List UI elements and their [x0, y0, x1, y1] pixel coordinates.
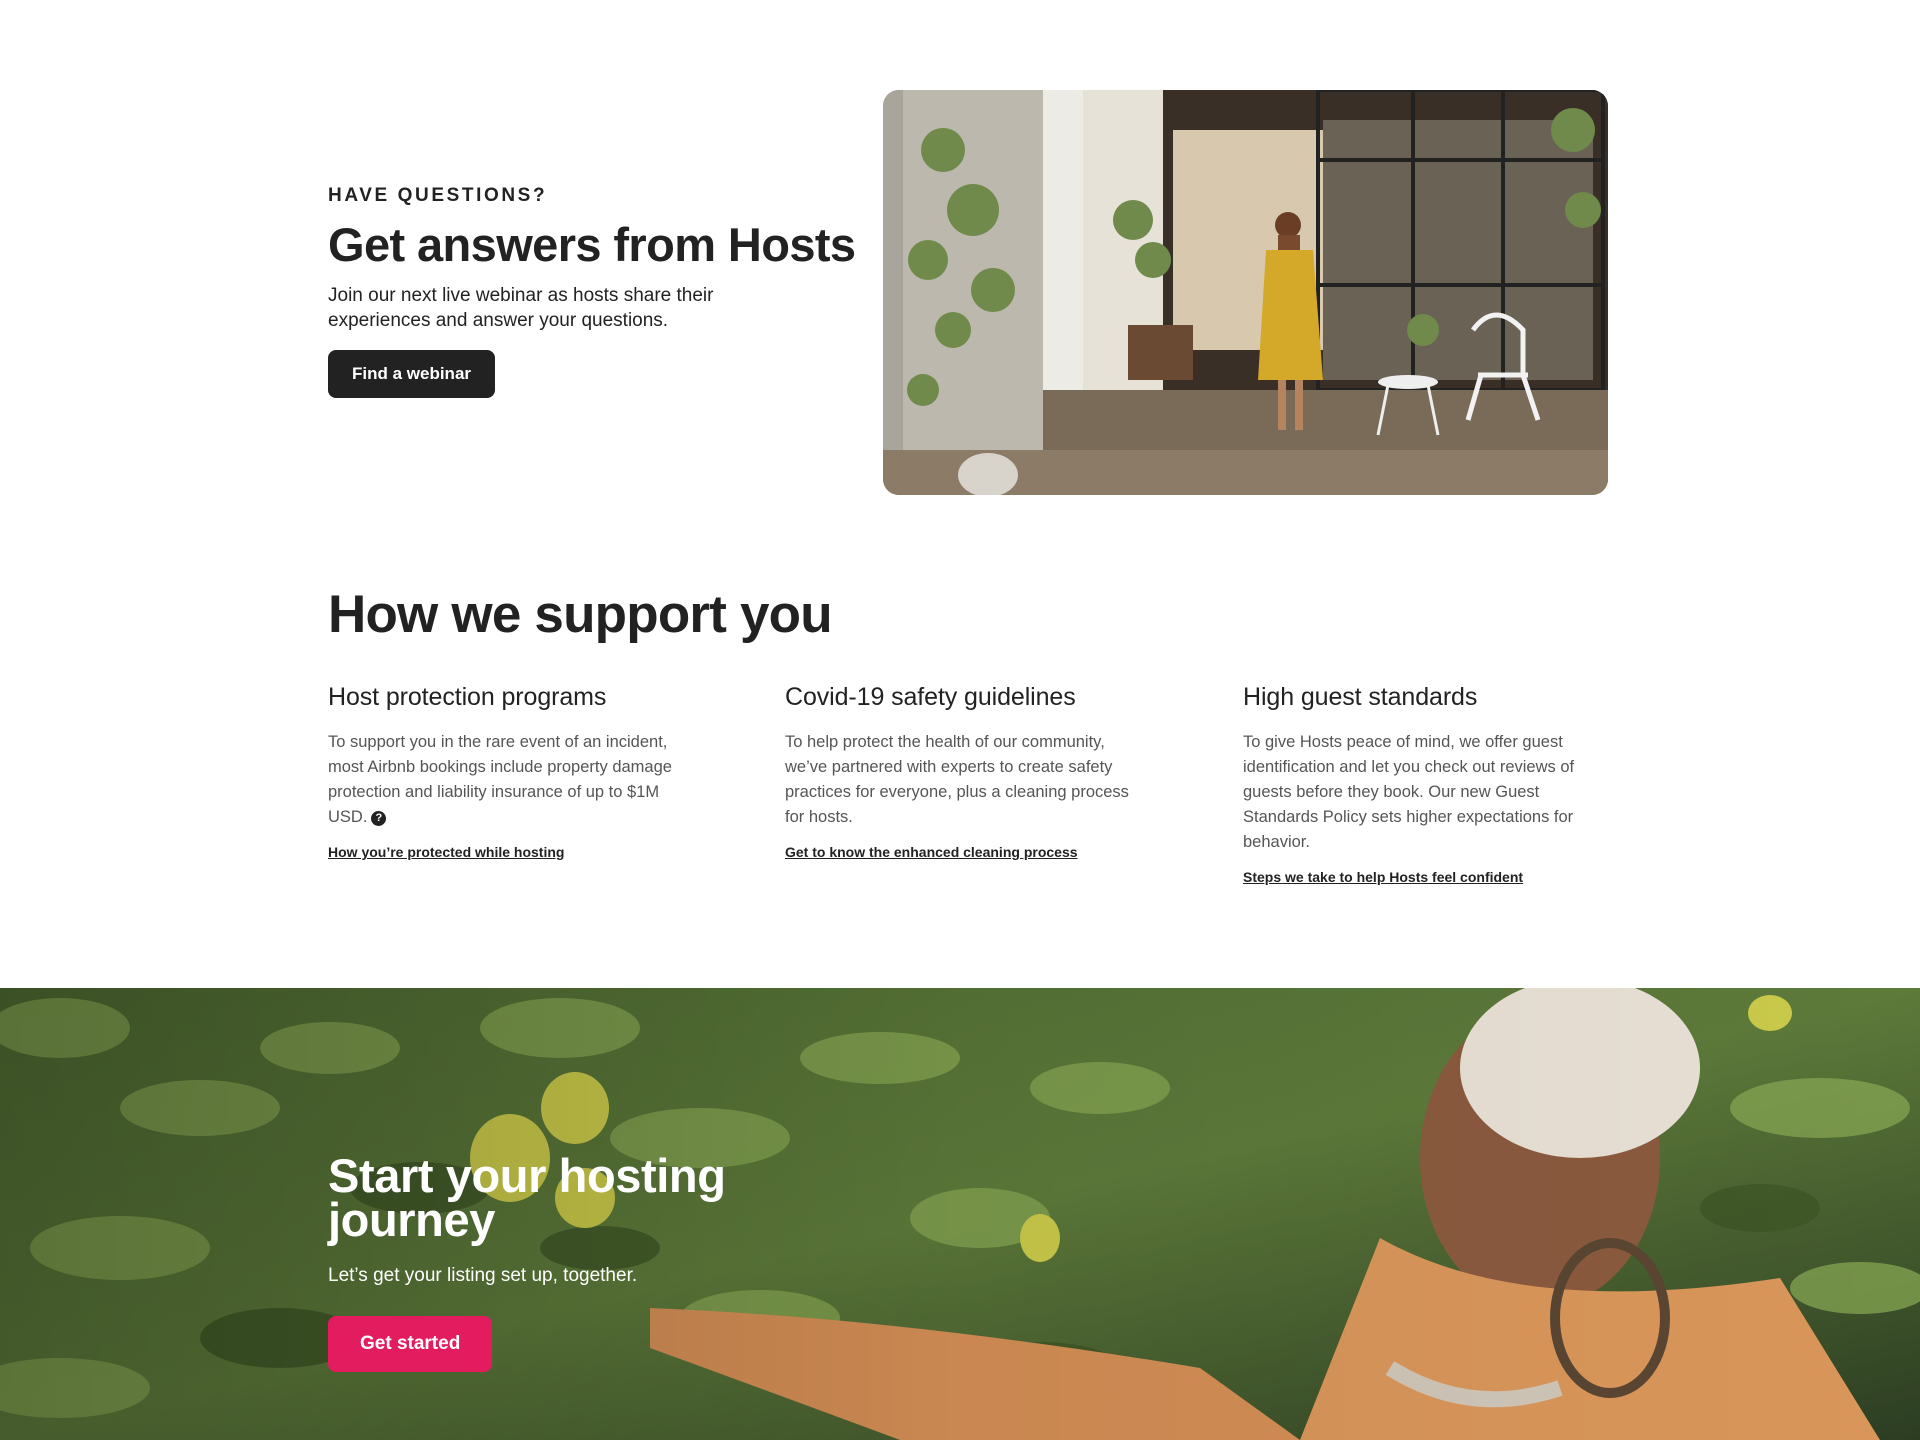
- hero-content: Start your hosting journey Let’s get you…: [328, 1149, 848, 1372]
- card-guest-standards: High guest standards To give Hosts peace…: [1243, 682, 1603, 887]
- webinar-text-block: HAVE QUESTIONS? Get answers from Hosts J…: [328, 185, 856, 398]
- support-title: How we support you: [328, 585, 833, 644]
- host-photo-illustration: [883, 90, 1608, 495]
- hero-subtitle: Let’s get your listing set up, together.: [328, 1265, 638, 1286]
- webinar-eyebrow: HAVE QUESTIONS?: [328, 185, 548, 206]
- card-title: High guest standards: [1243, 683, 1478, 711]
- host-confidence-link[interactable]: Steps we take to help Hosts feel confide…: [1243, 869, 1523, 885]
- card-host-protection: Host protection programs To support you …: [328, 682, 688, 862]
- support-section: How we support you Host protection progr…: [328, 580, 1608, 885]
- card-description: To help protect the health of our commun…: [785, 733, 1129, 826]
- webinar-description: Join our next live webinar as hosts shar…: [328, 285, 714, 331]
- get-started-button[interactable]: Get started: [328, 1316, 493, 1372]
- hosting-hero: Start your hosting journey Let’s get you…: [0, 988, 1920, 1440]
- cleaning-process-link[interactable]: Get to know the enhanced cleaning proces…: [785, 844, 1078, 860]
- find-webinar-button[interactable]: Find a webinar: [328, 350, 496, 398]
- webinar-title: Get answers from Hosts: [328, 218, 856, 271]
- hero-background-photo: [0, 988, 1920, 1440]
- card-title: Covid-19 safety guidelines: [785, 683, 1076, 711]
- host-photo: [883, 90, 1608, 495]
- card-description: To support you in the rare event of an i…: [328, 730, 688, 830]
- hero-title: Start your hosting journey: [328, 1149, 726, 1246]
- card-covid-guidelines: Covid-19 safety guidelines To help prote…: [785, 682, 1145, 862]
- card-description: To give Hosts peace of mind, we offer gu…: [1243, 733, 1575, 851]
- host-protection-link[interactable]: How you’re protected while hosting: [328, 844, 564, 860]
- webinar-section: HAVE QUESTIONS? Get answers from Hosts J…: [328, 90, 1608, 495]
- question-circle-icon[interactable]: ?: [371, 811, 387, 826]
- card-title: Host protection programs: [328, 683, 607, 711]
